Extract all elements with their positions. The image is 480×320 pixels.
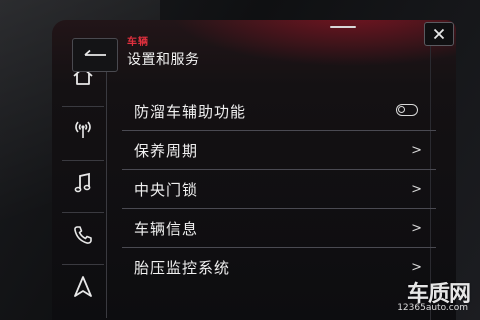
- nav-rail: [58, 54, 107, 318]
- hill-hold-toggle[interactable]: [396, 104, 418, 116]
- breadcrumb: 车辆: [127, 37, 149, 48]
- music-note-icon: [74, 172, 91, 193]
- list-item-label: 保养周期: [134, 141, 199, 160]
- list-item-label: 车辆信息: [134, 219, 199, 238]
- watermark-logo: 车质网 12365auto.com: [376, 276, 472, 318]
- chevron-right-icon: >: [411, 221, 422, 236]
- back-arrow-icon: [84, 49, 106, 56]
- chevron-right-icon: >: [411, 143, 422, 158]
- nav-radio-button[interactable]: [62, 106, 104, 151]
- chevron-right-icon: >: [411, 182, 422, 197]
- display-screen: 车辆 设置和服务 防溜车辅助功能 保养周期 > 中央门锁 > 车辆信息 > 胎压…: [52, 20, 456, 320]
- nav-media-button[interactable]: [62, 160, 104, 205]
- page-title: 设置和服务: [127, 52, 200, 68]
- navigation-arrow-icon: [74, 276, 92, 297]
- list-item-label: 防溜车辅助功能: [134, 102, 247, 121]
- toggle-knob: [398, 106, 405, 113]
- radio-signal-icon: [75, 121, 91, 138]
- close-icon: [433, 28, 445, 40]
- settings-list: 防溜车辅助功能 保养周期 > 中央门锁 > 车辆信息 > 胎压监控系统 >: [122, 92, 436, 286]
- list-item-label: 胎压监控系统: [134, 258, 231, 277]
- list-item-service-interval[interactable]: 保养周期 >: [122, 131, 436, 170]
- nav-phone-button[interactable]: [62, 212, 104, 257]
- list-item-label: 中央门锁: [134, 180, 199, 199]
- list-item-vehicle-info[interactable]: 车辆信息 >: [122, 209, 436, 248]
- chevron-right-icon: >: [411, 260, 422, 275]
- list-item-central-locking[interactable]: 中央门锁 >: [122, 170, 436, 209]
- nav-navigation-button[interactable]: [62, 264, 104, 309]
- top-handle-indicator: [330, 26, 356, 28]
- watermark-url: 12365auto.com: [397, 303, 468, 313]
- back-button[interactable]: [72, 38, 118, 72]
- close-button[interactable]: [424, 22, 454, 46]
- phone-icon: [74, 226, 92, 244]
- list-item-hill-hold-assist[interactable]: 防溜车辅助功能: [122, 92, 436, 131]
